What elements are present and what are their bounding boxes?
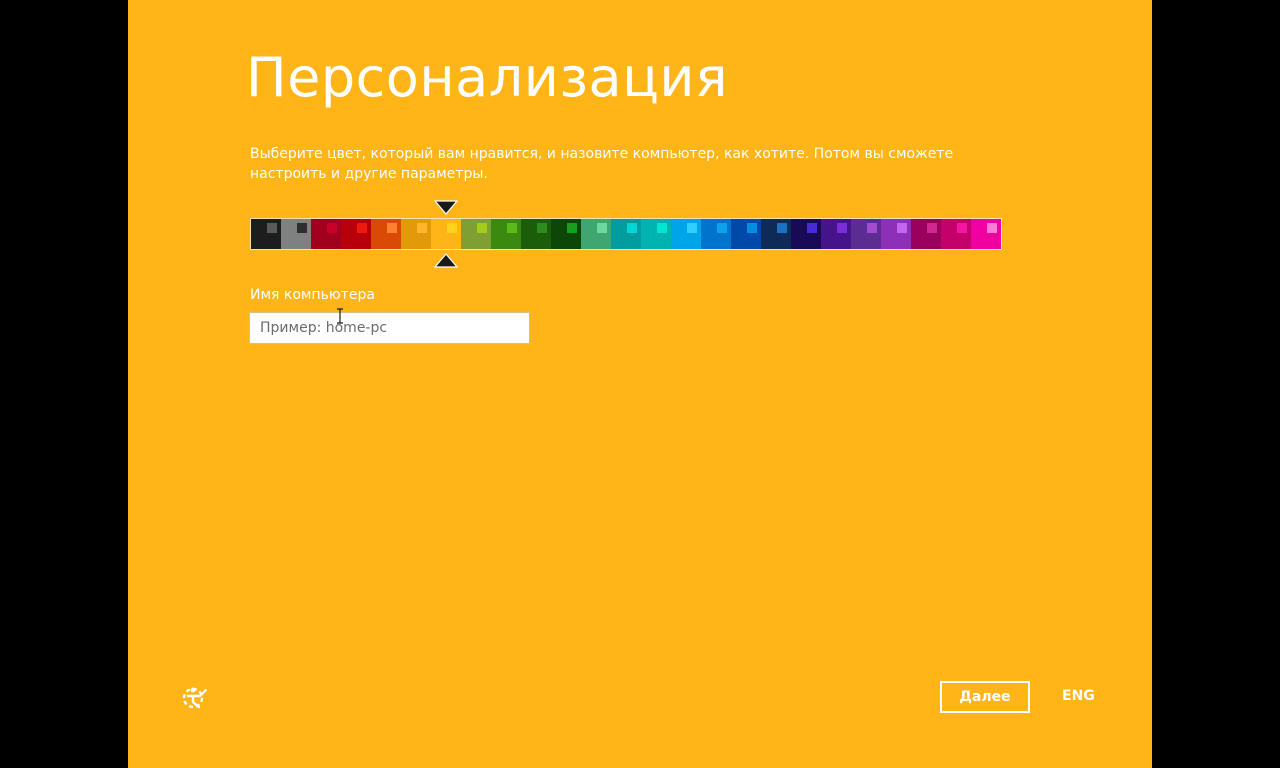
color-swatch[interactable] — [251, 219, 281, 249]
swatch-accent — [507, 223, 517, 233]
swatch-accent — [417, 223, 427, 233]
swatch-accent — [927, 223, 937, 233]
swatch-accent — [957, 223, 967, 233]
swatch-accent — [747, 223, 757, 233]
swatch-accent — [897, 223, 907, 233]
color-swatch[interactable] — [911, 219, 941, 249]
color-swatch[interactable] — [851, 219, 881, 249]
color-swatch[interactable] — [671, 219, 701, 249]
color-swatch[interactable] — [581, 219, 611, 249]
ease-of-access-icon[interactable] — [180, 684, 208, 712]
color-swatch[interactable] — [341, 219, 371, 249]
swatch-accent — [687, 223, 697, 233]
swatch-accent — [717, 223, 727, 233]
swatch-accent — [327, 223, 337, 233]
swatch-accent — [447, 223, 457, 233]
color-swatch[interactable] — [791, 219, 821, 249]
color-swatch[interactable] — [551, 219, 581, 249]
color-palette — [250, 218, 1002, 250]
setup-screen: Персонализация Выберите цвет, который ва… — [128, 0, 1152, 768]
color-swatch[interactable] — [941, 219, 971, 249]
color-swatch[interactable] — [881, 219, 911, 249]
swatch-accent — [597, 223, 607, 233]
triangle-down-icon — [434, 200, 458, 215]
swatch-accent — [567, 223, 577, 233]
color-swatch[interactable] — [521, 219, 551, 249]
color-swatch[interactable] — [611, 219, 641, 249]
color-swatch[interactable] — [731, 219, 761, 249]
page-title: Персонализация — [246, 46, 728, 109]
swatch-accent — [387, 223, 397, 233]
color-swatch[interactable] — [971, 219, 1001, 249]
next-button[interactable]: Далее — [940, 681, 1030, 713]
triangle-up-icon — [434, 253, 458, 268]
computer-name-input[interactable] — [249, 312, 530, 344]
color-swatch[interactable] — [701, 219, 731, 249]
swatch-accent — [267, 223, 277, 233]
swatch-accent — [477, 223, 487, 233]
color-swatch-selected[interactable] — [431, 219, 461, 249]
color-swatch[interactable] — [311, 219, 341, 249]
swatch-accent — [807, 223, 817, 233]
swatch-accent — [537, 223, 547, 233]
color-swatch[interactable] — [491, 219, 521, 249]
color-swatch[interactable] — [371, 219, 401, 249]
swatch-accent — [357, 223, 367, 233]
color-swatch[interactable] — [281, 219, 311, 249]
swatch-accent — [657, 223, 667, 233]
color-swatch[interactable] — [761, 219, 791, 249]
computer-name-label: Имя компьютера — [250, 287, 375, 303]
swatch-accent — [867, 223, 877, 233]
color-swatch[interactable] — [461, 219, 491, 249]
color-swatch[interactable] — [401, 219, 431, 249]
language-indicator[interactable]: ENG — [1062, 688, 1095, 704]
swatch-accent — [627, 223, 637, 233]
text-cursor-icon — [337, 308, 343, 324]
color-swatch[interactable] — [821, 219, 851, 249]
swatch-accent — [297, 223, 307, 233]
swatch-accent — [777, 223, 787, 233]
swatch-accent — [837, 223, 847, 233]
page-description: Выберите цвет, который вам нравится, и н… — [250, 146, 954, 182]
swatch-accent — [987, 223, 997, 233]
color-swatch[interactable] — [641, 219, 671, 249]
